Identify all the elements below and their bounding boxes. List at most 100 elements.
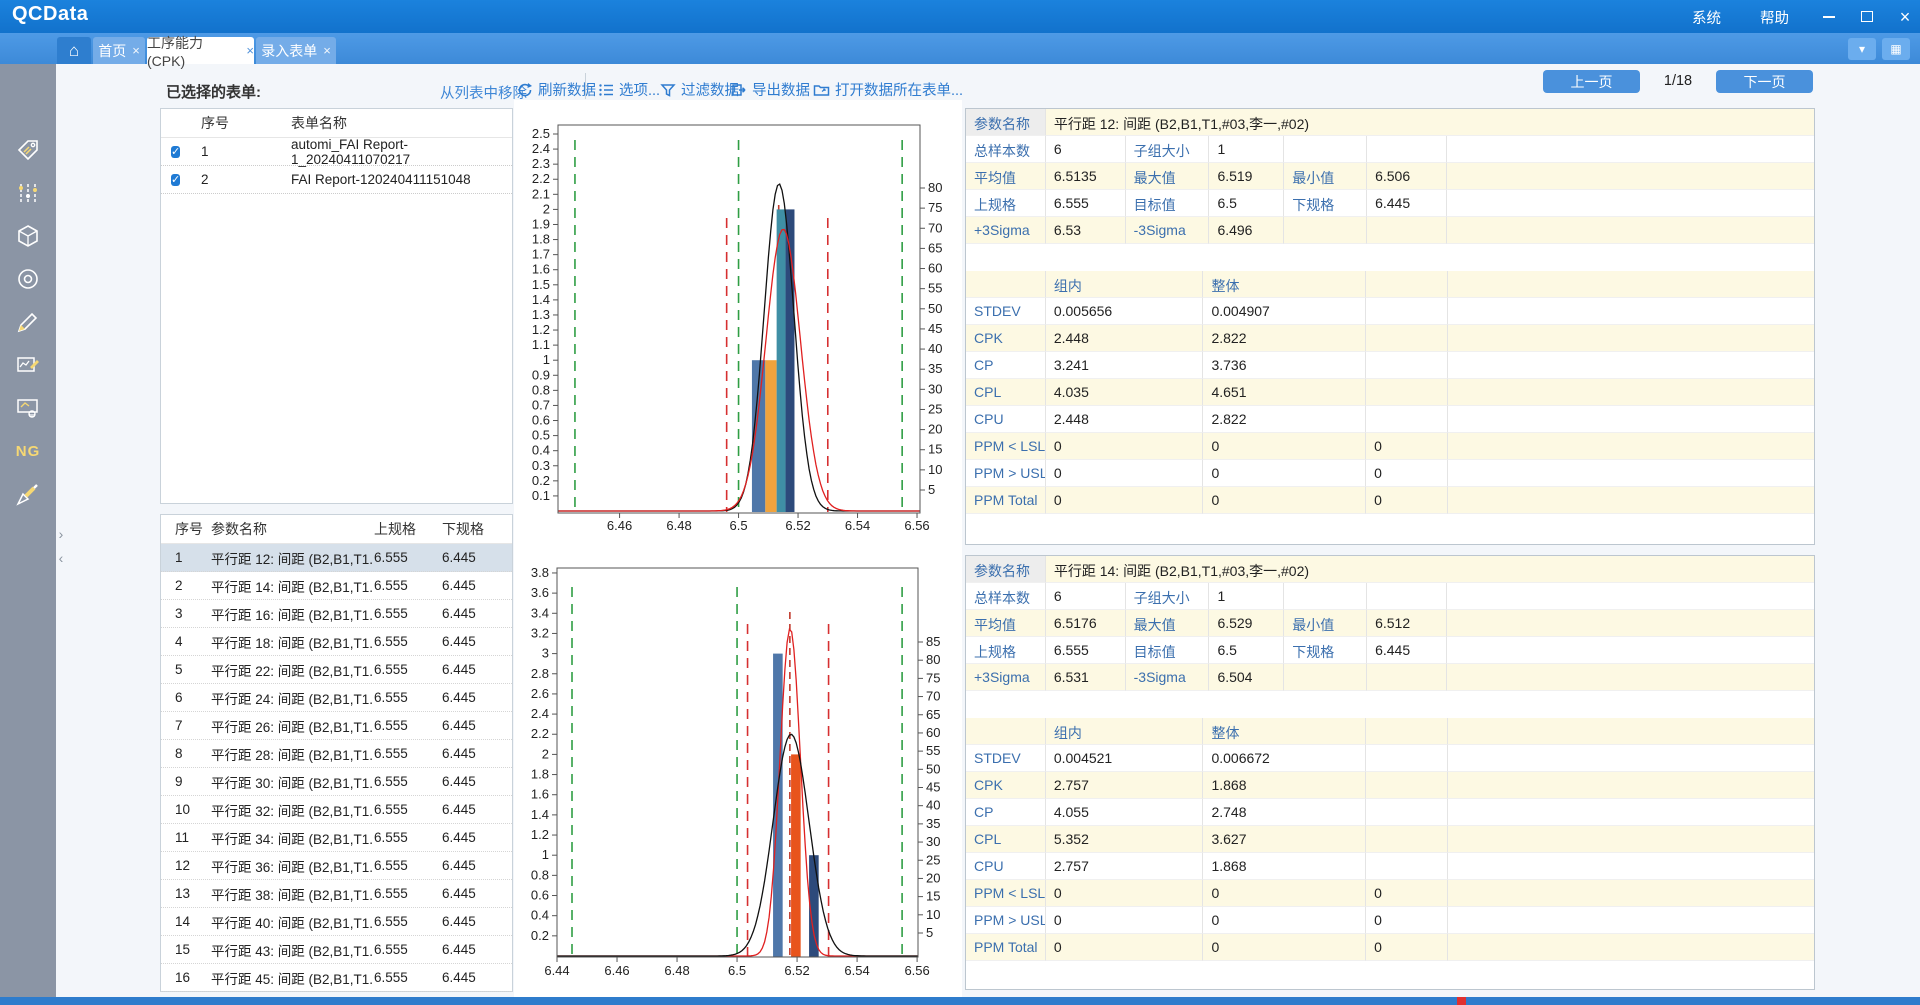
stat-value: 0 [1203, 907, 1366, 934]
stat-value [1447, 637, 1814, 664]
param-usl: 6.555 [374, 942, 442, 957]
parameter-row[interactable]: 4平行距 18: 间距 (B2,B1,T1...6.5556.445 [161, 628, 512, 656]
stat-value: 2.448 [1046, 406, 1204, 433]
stats-row: 平均值6.5176最大值6.529最小值6.512 [966, 610, 1814, 637]
param-usl: 6.555 [374, 774, 442, 789]
tab-grid-button[interactable]: ▦ [1882, 38, 1910, 60]
expand-panel-chevron[interactable]: › [54, 524, 68, 544]
tab-homepage[interactable]: 首页× [93, 37, 145, 64]
svg-text:1.8: 1.8 [531, 767, 549, 782]
parameter-row[interactable]: 9平行距 30: 间距 (B2,B1,T1...6.5556.445 [161, 768, 512, 796]
param-index: 1 [161, 550, 211, 565]
pen-brush-icon[interactable] [15, 481, 41, 507]
close-button[interactable]: × [1888, 0, 1920, 33]
parameter-row[interactable]: 12平行距 36: 间距 (B2,B1,T1...6.5556.445 [161, 852, 512, 880]
stat-value: 0 [1203, 460, 1366, 487]
form-checkbox[interactable]: ✓ [171, 146, 180, 158]
stat-label: STDEV [966, 298, 1046, 325]
stat-label: CP [966, 799, 1046, 826]
stat-label: PPM < LSL [966, 880, 1046, 907]
svg-text:60: 60 [926, 725, 940, 740]
open-source-form-button[interactable]: 打开数据所在表单... [813, 79, 963, 100]
export-data-button[interactable]: 导出数据 [731, 79, 810, 100]
svg-text:2.4: 2.4 [532, 141, 550, 156]
svg-text:65: 65 [928, 240, 942, 255]
parameter-row[interactable]: 16平行距 45: 间距 (B2,B1,T1...6.5556.445 [161, 964, 512, 992]
parameter-row[interactable]: 13平行距 38: 间距 (B2,B1,T1...6.5556.445 [161, 880, 512, 908]
collapse-panel-chevron[interactable]: ‹ [54, 548, 68, 568]
stat-label: CPU [966, 406, 1046, 433]
pencil-icon[interactable] [15, 309, 41, 335]
parameter-row[interactable]: 8平行距 28: 间距 (B2,B1,T1...6.5556.445 [161, 740, 512, 768]
svg-text:80: 80 [928, 180, 942, 195]
parameter-row[interactable]: 15平行距 43: 间距 (B2,B1,T1...6.5556.445 [161, 936, 512, 964]
svg-text:0.4: 0.4 [532, 443, 550, 458]
tab-close-icon[interactable]: × [132, 43, 140, 58]
parameter-row[interactable]: 10平行距 32: 间距 (B2,B1,T1...6.5556.445 [161, 796, 512, 824]
status-marker-icon [1457, 997, 1466, 1005]
options-button[interactable]: 选项... [598, 79, 660, 100]
form-checkbox[interactable]: ✓ [171, 174, 180, 186]
tab-close-icon[interactable]: × [323, 43, 331, 58]
home-icon: ⌂ [69, 41, 79, 61]
target-circle-icon[interactable] [15, 266, 41, 292]
menu-system[interactable]: 系统 [1692, 7, 1721, 28]
stats-row: PPM > USL000 [966, 460, 1814, 487]
parameter-row[interactable]: 2平行距 14: 间距 (B2,B1,T1...6.5556.445 [161, 572, 512, 600]
parameter-row[interactable]: 7平行距 26: 间距 (B2,B1,T1...6.5556.445 [161, 712, 512, 740]
tab-close-icon[interactable]: × [246, 43, 254, 58]
maximize-button[interactable] [1850, 0, 1884, 33]
stats-row: STDEV0.0056560.004907 [966, 298, 1814, 325]
stat-label: 总样本数 [966, 136, 1046, 163]
prev-page-button[interactable]: 上一页 [1543, 70, 1640, 93]
svg-text:10: 10 [926, 907, 940, 922]
parameter-row[interactable]: 5平行距 22: 间距 (B2,B1,T1...6.5556.445 [161, 656, 512, 684]
refresh-icon [517, 82, 533, 98]
param-lsl: 6.445 [442, 746, 512, 761]
tab-cpk[interactable]: 工序能力(CPK)× [147, 37, 254, 64]
filter-data-button[interactable]: 过滤数据 [660, 79, 739, 100]
tab-input-form[interactable]: 录入表单× [256, 37, 336, 64]
stat-label: CPL [966, 826, 1046, 853]
form-list-row[interactable]: ✓2FAI Report-120240411151048 [161, 166, 512, 194]
menu-help[interactable]: 帮助 [1760, 7, 1789, 28]
param-index: 14 [161, 914, 211, 929]
param-name: 平行距 22: 间距 (B2,B1,T1... [211, 660, 374, 680]
parameter-row[interactable]: 11平行距 34: 间距 (B2,B1,T1...6.5556.445 [161, 824, 512, 852]
parameter-row[interactable]: 1平行距 12: 间距 (B2,B1,T1...6.5556.445 [161, 544, 512, 572]
stat-value [1448, 460, 1814, 487]
parameter-row[interactable]: 6平行距 24: 间距 (B2,B1,T1...6.5556.445 [161, 684, 512, 712]
stat-value [1447, 583, 1814, 610]
tab-collapse-button[interactable]: ▾ [1848, 38, 1876, 60]
panel-hand-icon[interactable] [15, 395, 41, 421]
ng-icon[interactable]: NG [15, 438, 41, 464]
stat-value [1366, 826, 1448, 853]
stat-value [1367, 136, 1447, 163]
tab-home[interactable]: ⌂ [57, 37, 91, 64]
parameter-row[interactable]: 3平行距 16: 间距 (B2,B1,T1...6.5556.445 [161, 600, 512, 628]
svg-text:45: 45 [926, 780, 940, 795]
stat-label: 目标值 [1126, 190, 1210, 217]
tag-icon[interactable] [15, 137, 41, 163]
svg-text:40: 40 [928, 341, 942, 356]
stats-row: 平均值6.5135最大值6.519最小值6.506 [966, 163, 1814, 190]
param-name: 平行距 26: 间距 (B2,B1,T1... [211, 716, 374, 736]
stat-value [1448, 406, 1814, 433]
minimize-button[interactable] [1812, 0, 1846, 33]
sliders-icon[interactable] [15, 180, 41, 206]
stat-value: 6.506 [1367, 163, 1447, 190]
stat-value: 0 [1203, 880, 1366, 907]
parameter-row[interactable]: 14平行距 40: 间距 (B2,B1,T1...6.5556.445 [161, 908, 512, 936]
stat-value: 6 [1046, 583, 1126, 610]
stat-value [1447, 610, 1814, 637]
stat-label: PPM < LSL [966, 433, 1046, 460]
chart-edit-icon[interactable] [15, 352, 41, 378]
cube-icon[interactable] [15, 223, 41, 249]
next-page-button[interactable]: 下一页 [1716, 70, 1813, 93]
stat-value [1447, 163, 1814, 190]
stat-value [1366, 772, 1448, 799]
stat-value: 0 [1046, 433, 1204, 460]
param-usl: 6.555 [374, 830, 442, 845]
stat-label: CPU [966, 853, 1046, 880]
form-list-row[interactable]: ✓1automi_FAI Report-1_20240411070217 [161, 138, 512, 166]
